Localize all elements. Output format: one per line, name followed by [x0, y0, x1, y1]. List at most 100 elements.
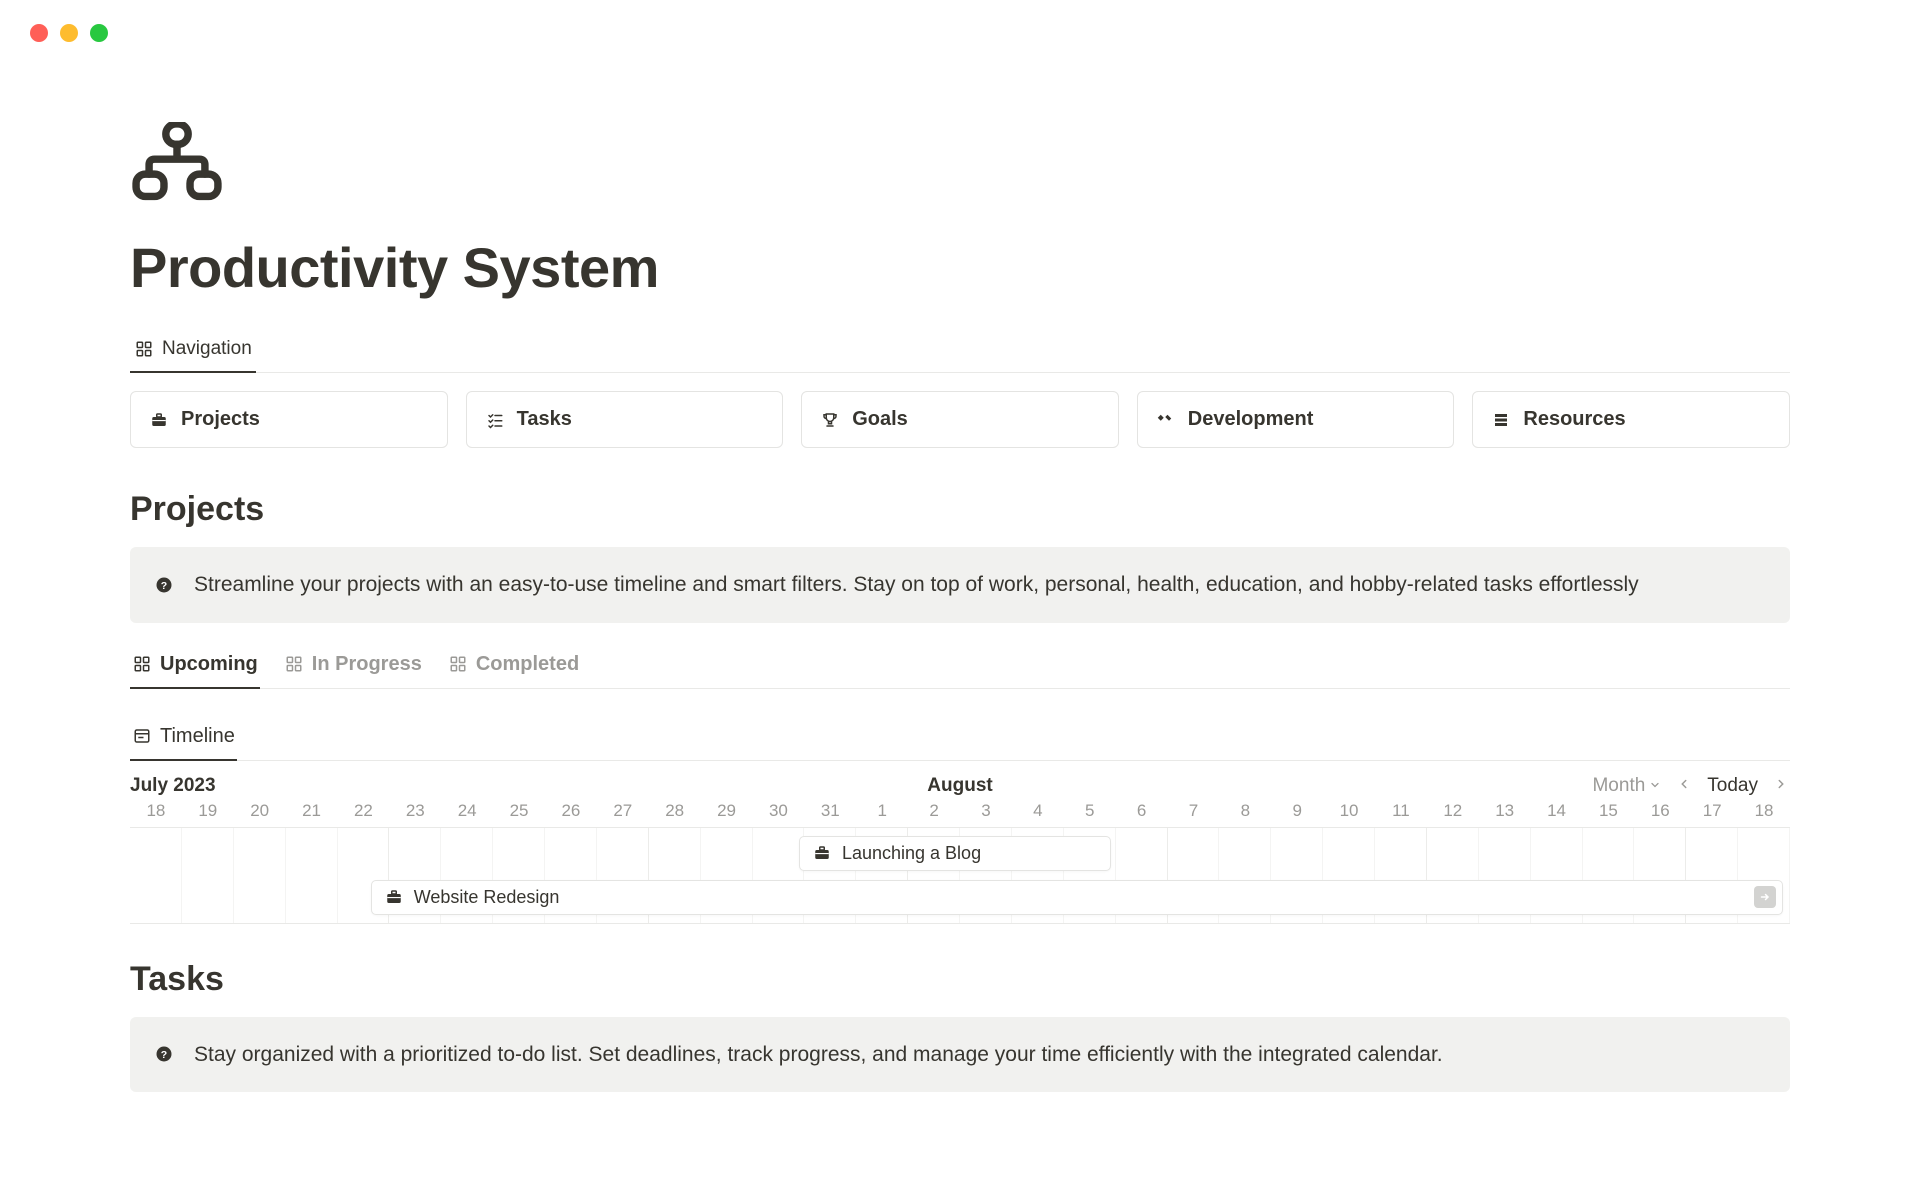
- briefcase-icon: [149, 410, 169, 430]
- timeline-day: 25: [493, 801, 545, 821]
- continue-right-icon: [1754, 886, 1776, 908]
- timeline-day: 13: [1479, 801, 1531, 821]
- timeline-bar-website-redesign[interactable]: Website Redesign: [371, 880, 1784, 915]
- nav-card-goals[interactable]: Goals: [801, 391, 1119, 448]
- briefcase-icon: [812, 843, 832, 863]
- navigation-tabs: Navigation: [130, 330, 1790, 373]
- tab-navigation[interactable]: Navigation: [130, 330, 256, 372]
- grid-icon: [448, 654, 468, 674]
- briefcase-icon: [384, 887, 404, 907]
- timeline-prev-button[interactable]: [1675, 775, 1693, 797]
- timeline-day: 2: [908, 801, 960, 821]
- trophy-icon: [820, 410, 840, 430]
- view-tab-completed[interactable]: Completed: [446, 645, 581, 688]
- checklist-icon: [485, 410, 505, 430]
- minimize-window-button[interactable]: [60, 24, 78, 42]
- tools-icon: [1156, 410, 1176, 430]
- nav-card-label: Tasks: [517, 408, 572, 431]
- nav-card-resources[interactable]: Resources: [1472, 391, 1790, 448]
- nav-card-label: Resources: [1523, 408, 1625, 431]
- timeline-day: 7: [1168, 801, 1220, 821]
- timeline-day: 15: [1583, 801, 1635, 821]
- tasks-callout: ? Stay organized with a prioritized to-d…: [130, 1017, 1790, 1093]
- svg-text:?: ?: [161, 1049, 167, 1061]
- view-tab-label: In Progress: [312, 653, 422, 676]
- help-icon: ?: [154, 1044, 174, 1064]
- timeline-day: 27: [597, 801, 649, 821]
- timeline-day: 6: [1116, 801, 1168, 821]
- nav-card-projects[interactable]: Projects: [130, 391, 448, 448]
- nav-card-development[interactable]: Development: [1137, 391, 1455, 448]
- timeline-month-primary: July 2023: [130, 775, 216, 797]
- timeline-column: [130, 828, 182, 923]
- timeline-days-row: 1819202122232425262728293031123456789101…: [130, 801, 1790, 828]
- timeline-day: 21: [286, 801, 338, 821]
- timeline-day: 28: [649, 801, 701, 821]
- timeline-day: 19: [182, 801, 234, 821]
- help-icon: ?: [154, 575, 174, 595]
- timeline-column: [234, 828, 286, 923]
- timeline-day: 14: [1531, 801, 1583, 821]
- view-tab-label: Completed: [476, 653, 579, 676]
- timeline-today-button[interactable]: Today: [1707, 775, 1758, 797]
- grid-icon: [134, 339, 154, 359]
- callout-text: Streamline your projects with an easy-to…: [194, 569, 1639, 601]
- callout-text: Stay organized with a prioritized to-do …: [194, 1039, 1443, 1071]
- timeline-day: 12: [1427, 801, 1479, 821]
- timeline-day: 22: [338, 801, 390, 821]
- svg-text:?: ?: [161, 580, 167, 592]
- timeline-header: July 2023 August Month Today: [130, 761, 1790, 801]
- timeline-tab[interactable]: Timeline: [130, 717, 237, 760]
- timeline-column: [182, 828, 234, 923]
- timeline-tabs: Timeline: [130, 717, 1790, 761]
- timeline-day: 10: [1323, 801, 1375, 821]
- nav-card-label: Goals: [852, 408, 908, 431]
- timeline-day: 29: [701, 801, 753, 821]
- sitemap-icon: [130, 189, 224, 206]
- projects-callout: ? Streamline your projects with an easy-…: [130, 547, 1790, 623]
- timeline-day: 4: [1012, 801, 1064, 821]
- timeline-bar-label: Website Redesign: [414, 887, 560, 908]
- window-controls: [0, 0, 1920, 42]
- timeline-day: 18: [1738, 801, 1790, 821]
- timeline-bar-label: Launching a Blog: [842, 843, 981, 864]
- timeline-tab-label: Timeline: [160, 725, 235, 748]
- timeline-day: 30: [753, 801, 805, 821]
- timeline-day: 24: [441, 801, 493, 821]
- timeline-day: 3: [960, 801, 1012, 821]
- nav-cards-row: Projects Tasks Goals Development Resourc…: [130, 391, 1790, 448]
- view-tab-upcoming[interactable]: Upcoming: [130, 645, 260, 688]
- timeline-day: 16: [1634, 801, 1686, 821]
- projects-view-tabs: Upcoming In Progress Completed: [130, 645, 1790, 689]
- view-tab-in-progress[interactable]: In Progress: [282, 645, 424, 688]
- timeline-body[interactable]: Launching a Blog Website Redesign: [130, 828, 1790, 924]
- timeline-next-button[interactable]: [1772, 775, 1790, 797]
- nav-card-label: Development: [1188, 408, 1314, 431]
- zoom-window-button[interactable]: [90, 24, 108, 42]
- timeline-scale-label: Month: [1592, 775, 1645, 797]
- timeline-month-secondary: August: [927, 775, 992, 797]
- nav-card-label: Projects: [181, 408, 260, 431]
- timeline-bar-launching-blog[interactable]: Launching a Blog: [799, 836, 1111, 871]
- timeline-icon: [132, 726, 152, 746]
- timeline-day: 17: [1686, 801, 1738, 821]
- tasks-section-title: Tasks: [130, 960, 1790, 999]
- timeline-day: 20: [234, 801, 286, 821]
- close-window-button[interactable]: [30, 24, 48, 42]
- timeline-day: 23: [389, 801, 441, 821]
- nav-card-tasks[interactable]: Tasks: [466, 391, 784, 448]
- timeline-day: 11: [1375, 801, 1427, 821]
- timeline-day: 31: [804, 801, 856, 821]
- timeline-day: 9: [1271, 801, 1323, 821]
- timeline-day: 26: [545, 801, 597, 821]
- chevron-down-icon: [1649, 775, 1661, 797]
- view-tab-label: Upcoming: [160, 653, 258, 676]
- projects-section-title: Projects: [130, 490, 1790, 529]
- tab-label: Navigation: [162, 338, 252, 360]
- timeline-column: [286, 828, 338, 923]
- timeline-controls: Month Today: [1592, 775, 1790, 797]
- timeline-scale-dropdown[interactable]: Month: [1592, 775, 1661, 797]
- timeline-day: 1: [856, 801, 908, 821]
- timeline-day: 5: [1064, 801, 1116, 821]
- timeline-day: 18: [130, 801, 182, 821]
